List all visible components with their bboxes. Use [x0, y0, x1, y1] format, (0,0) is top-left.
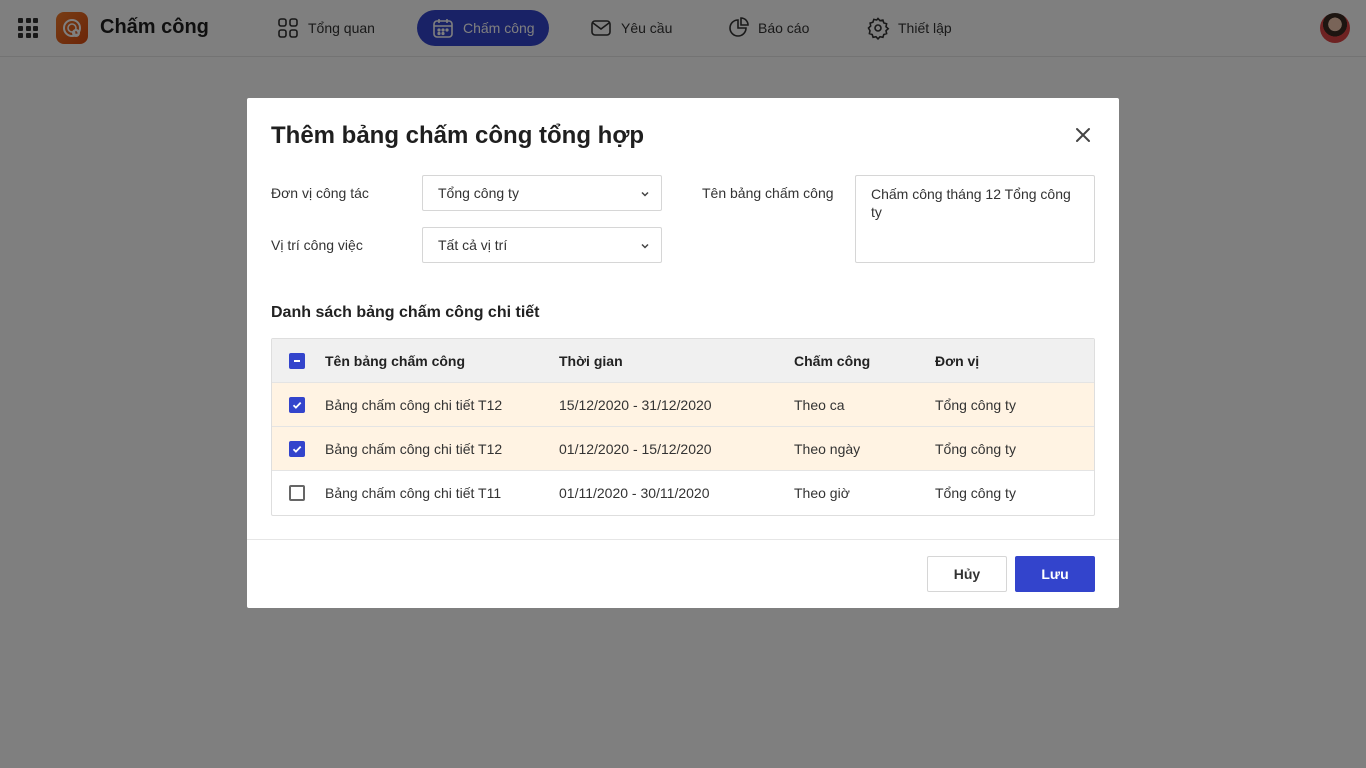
chevron-down-icon [641, 191, 649, 197]
cell-unit: Tổng công ty [935, 485, 1016, 501]
header-unit[interactable]: Đơn vị [935, 353, 979, 369]
cell-unit: Tổng công ty [935, 441, 1016, 457]
table-row[interactable]: Bảng chấm công chi tiết T12 01/12/2020 -… [272, 427, 1094, 471]
detail-timesheet-table: Tên bảng chấm công Thời gian Chấm công Đ… [271, 338, 1095, 516]
cell-unit: Tổng công ty [935, 397, 1016, 413]
row-checkbox[interactable] [289, 397, 305, 413]
cell-name: Bảng chấm công chi tiết T12 [325, 397, 503, 413]
timesheet-name-input[interactable]: Chấm công tháng 12 Tổng công ty [855, 175, 1095, 263]
detail-list-title: Danh sách bảng chấm công chi tiết [271, 304, 540, 321]
position-label: Vị trí công việc [271, 237, 363, 253]
save-button[interactable]: Lưu [1015, 556, 1095, 592]
close-icon[interactable] [1072, 124, 1094, 146]
unit-select-value: Tổng công ty [438, 185, 519, 201]
footer-divider [247, 539, 1119, 540]
add-summary-timesheet-dialog: Thêm bảng chấm công tổng hợp Đơn vị công… [247, 98, 1119, 608]
cell-name: Bảng chấm công chi tiết T12 [325, 441, 503, 457]
row-checkbox[interactable] [289, 441, 305, 457]
cell-name: Bảng chấm công chi tiết T11 [325, 485, 502, 501]
cell-time: 01/12/2020 - 15/12/2020 [559, 441, 712, 457]
timesheet-name-label: Tên bảng chấm công [702, 185, 834, 201]
position-select-value: Tất cả vị trí [438, 237, 508, 253]
header-type[interactable]: Chấm công [794, 353, 870, 369]
header-time[interactable]: Thời gian [559, 353, 623, 369]
cell-type: Theo ca [794, 397, 845, 413]
table-row[interactable]: Bảng chấm công chi tiết T12 15/12/2020 -… [272, 383, 1094, 427]
cell-type: Theo ngày [794, 441, 861, 457]
dialog-title: Thêm bảng chấm công tổng hợp [271, 122, 645, 149]
cell-type: Theo giờ [794, 485, 850, 501]
header-name[interactable]: Tên bảng chấm công [325, 353, 465, 369]
cell-time: 01/11/2020 - 30/11/2020 [559, 485, 710, 501]
row-checkbox[interactable] [289, 485, 305, 501]
position-select[interactable]: Tất cả vị trí [422, 227, 662, 263]
table-row[interactable]: Bảng chấm công chi tiết T11 01/11/2020 -… [272, 471, 1094, 515]
cell-time: 15/12/2020 - 31/12/2020 [559, 397, 712, 413]
unit-label: Đơn vị công tác [271, 185, 369, 201]
select-all-checkbox[interactable] [289, 353, 305, 369]
unit-select[interactable]: Tổng công ty [422, 175, 662, 211]
cancel-button[interactable]: Hủy [927, 556, 1007, 592]
chevron-down-icon [641, 243, 649, 249]
table-header-row: Tên bảng chấm công Thời gian Chấm công Đ… [272, 339, 1094, 383]
